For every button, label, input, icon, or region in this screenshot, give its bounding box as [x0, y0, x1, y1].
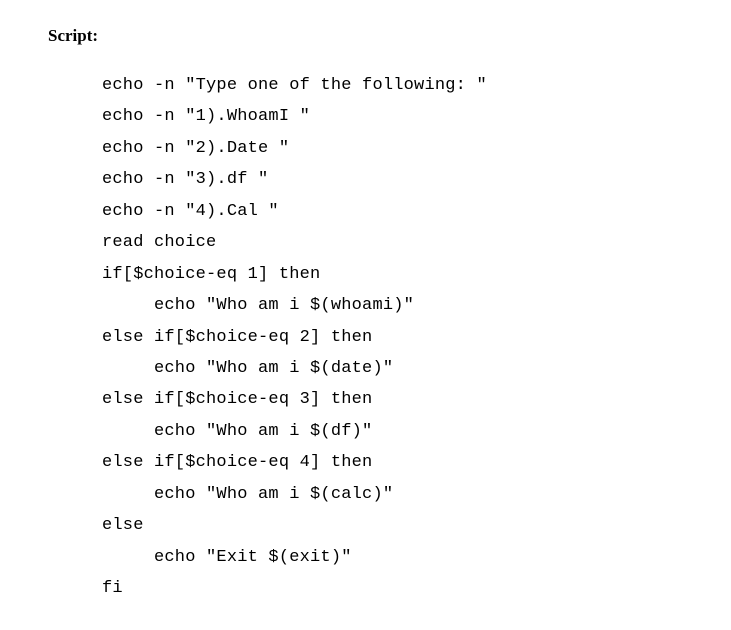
code-line: echo -n "1).WhoamI " — [102, 107, 310, 126]
code-line: echo "Who am i $(df)" — [102, 422, 372, 441]
code-line: read choice — [102, 233, 216, 252]
code-line: echo -n "3).df " — [102, 170, 268, 189]
code-line: echo "Who am i $(whoami)" — [102, 296, 414, 315]
script-code-block: echo -n "Type one of the following: " ec… — [102, 70, 683, 604]
section-heading: Script: — [48, 26, 683, 46]
code-line: fi — [102, 579, 123, 598]
code-line: echo "Who am i $(date)" — [102, 359, 393, 378]
code-line: else if[$choice-eq 3] then — [102, 390, 372, 409]
code-line: echo -n "Type one of the following: " — [102, 76, 487, 95]
code-line: else — [102, 516, 144, 535]
code-line: echo "Who am i $(calc)" — [102, 485, 393, 504]
code-line: if[$choice-eq 1] then — [102, 265, 320, 284]
code-line: echo "Exit $(exit)" — [102, 548, 352, 567]
code-line: else if[$choice-eq 2] then — [102, 328, 372, 347]
code-line: else if[$choice-eq 4] then — [102, 453, 372, 472]
code-line: echo -n "4).Cal " — [102, 202, 279, 221]
code-line: echo -n "2).Date " — [102, 139, 289, 158]
